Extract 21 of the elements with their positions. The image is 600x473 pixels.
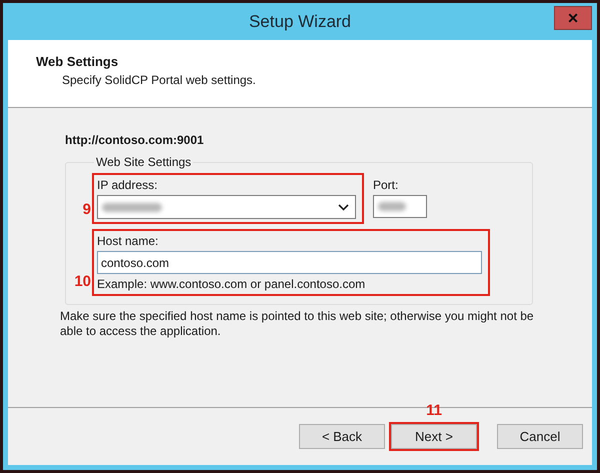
- wizard-button[interactable]: < Back: [299, 424, 385, 449]
- example-text: Example: www.contoso.com or panel.contoso.com: [97, 277, 366, 291]
- site-url: http://contoso.com:9001: [65, 133, 204, 147]
- field-label: Port:: [373, 178, 400, 192]
- wizard-button[interactable]: Cancel: [497, 424, 583, 449]
- step-number: 11: [426, 402, 442, 419]
- port-field[interactable]: [373, 195, 427, 218]
- field-label: Host name:: [97, 234, 160, 248]
- step-number: 10: [74, 273, 91, 290]
- field-label: IP address:: [97, 178, 158, 192]
- close-button[interactable]: ×: [554, 6, 592, 30]
- page-subtitle: Specify SolidCP Portal web settings.: [61, 73, 257, 87]
- step-number: 9: [82, 201, 91, 218]
- wizard-button[interactable]: Next >: [391, 424, 477, 449]
- group-legend: Web Site Settings: [94, 155, 194, 169]
- info-text: Make sure the specified host name is pointed to this web site; otherwise you might not be able to access the application.: [60, 309, 535, 339]
- ip-address-dropdown[interactable]: [97, 195, 356, 219]
- host-name-field[interactable]: contoso.com: [97, 251, 482, 274]
- window-title: Setup Wizard: [248, 12, 352, 32]
- chevron-down-icon: [338, 204, 349, 210]
- page-title: Web Settings: [36, 54, 120, 69]
